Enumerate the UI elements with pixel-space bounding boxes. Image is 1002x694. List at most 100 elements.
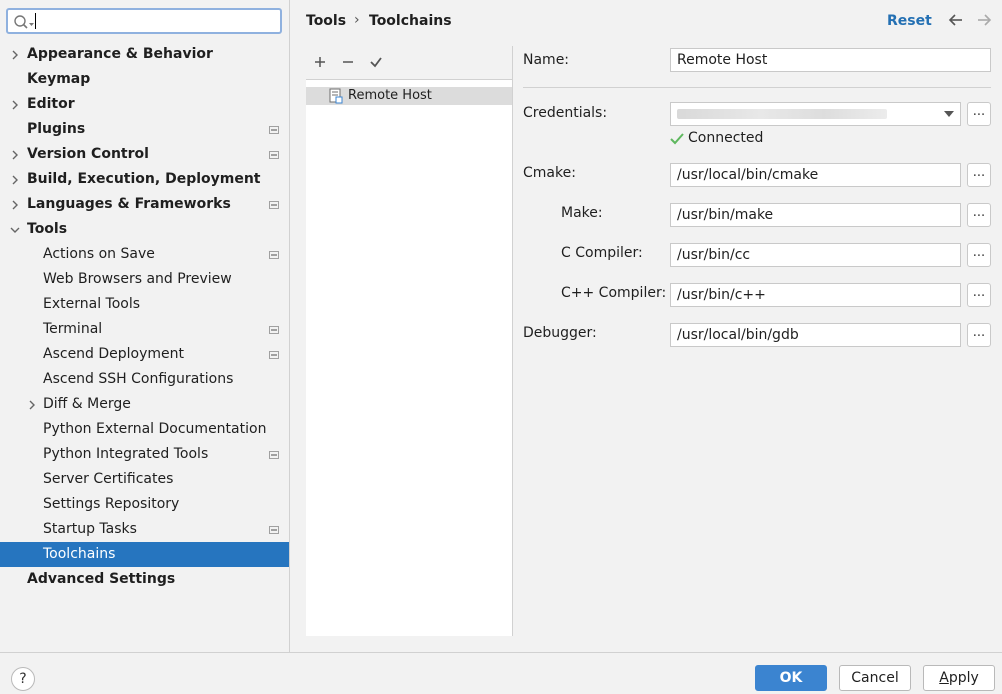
c-compiler-path-input[interactable] [670, 243, 961, 267]
tree-item-version-control[interactable]: Version Control [0, 142, 289, 167]
ok-button[interactable]: OK [755, 665, 827, 691]
chevron-right-icon[interactable] [27, 400, 37, 410]
make-path-input[interactable] [670, 203, 961, 227]
tree-item-label: External Tools [43, 296, 141, 312]
page-header: Tools › Toolchains Reset [306, 0, 996, 42]
back-arrow-icon[interactable] [948, 12, 964, 28]
breadcrumb-parent[interactable]: Tools [306, 13, 346, 29]
chevron-down-icon [944, 111, 954, 117]
tree-item-tools[interactable]: Tools [0, 217, 289, 242]
project-level-icon [269, 526, 279, 534]
tree-item-label: Python Integrated Tools [43, 446, 209, 462]
tree-item-startup-tasks[interactable]: Startup Tasks [0, 517, 289, 542]
credentials-combobox[interactable] [670, 102, 961, 126]
toolchain-item-label: Remote Host [348, 88, 432, 103]
toolchain-item-remote-host[interactable]: Remote Host [306, 87, 512, 105]
set-default-check-icon[interactable] [366, 52, 386, 72]
form-separator [523, 87, 991, 88]
tree-item-label: Ascend SSH Configurations [43, 371, 234, 387]
tree-item-label: Diff & Merge [43, 396, 131, 412]
c-compiler-label: C Compiler: [561, 245, 643, 261]
cpp-compiler-browse-button[interactable]: ... [967, 283, 991, 307]
chevron-right-icon[interactable] [10, 200, 20, 210]
tree-item-label: Actions on Save [43, 246, 155, 262]
add-icon[interactable] [310, 52, 330, 72]
tree-item-label: Startup Tasks [43, 521, 137, 537]
chevron-right-icon[interactable] [10, 150, 20, 160]
tree-item-appearance-behavior[interactable]: Appearance & Behavior [0, 42, 289, 67]
tree-item-label: Build, Execution, Deployment [27, 171, 261, 187]
project-level-icon [269, 326, 279, 334]
apply-button[interactable]: Apply [923, 665, 995, 691]
tree-item-settings-repository[interactable]: Settings Repository [0, 492, 289, 517]
settings-tree: Appearance & Behavior Keymap Editor Plugins… [0, 42, 289, 592]
connected-check-icon [670, 133, 684, 145]
tree-item-python-integrated-tools[interactable]: Python Integrated Tools [0, 442, 289, 467]
tree-item-build-execution-deployment[interactable]: Build, Execution, Deployment [0, 167, 289, 192]
cmake-browse-button[interactable]: ... [967, 163, 991, 187]
debugger-label: Debugger: [523, 325, 597, 341]
search-input[interactable] [34, 11, 278, 31]
make-browse-button[interactable]: ... [967, 203, 991, 227]
tree-item-languages-frameworks[interactable]: Languages & Frameworks [0, 192, 289, 217]
credentials-label: Credentials: [523, 105, 608, 121]
tree-item-plugins[interactable]: Plugins [0, 117, 289, 142]
remote-toolchain-icon [329, 88, 343, 104]
tree-item-toolchains[interactable]: Toolchains [0, 542, 289, 567]
debugger-path-input[interactable] [670, 323, 961, 347]
tree-item-editor[interactable]: Editor [0, 92, 289, 117]
toolchain-list-panel: Remote Host [306, 46, 512, 636]
tree-item-advanced-settings[interactable]: Advanced Settings [0, 567, 289, 592]
settings-search[interactable] [6, 8, 282, 34]
list-toolbar [306, 46, 512, 80]
reset-link[interactable]: Reset [887, 13, 932, 29]
search-icon [14, 15, 34, 29]
tree-item-keymap[interactable]: Keymap [0, 67, 289, 92]
name-label: Name: [523, 52, 570, 68]
tree-item-label: Keymap [27, 71, 91, 87]
name-input[interactable] [670, 48, 991, 72]
tree-item-label: Toolchains [43, 546, 116, 562]
breadcrumb-separator: › [354, 12, 360, 28]
tree-item-terminal[interactable]: Terminal [0, 317, 289, 342]
dialog-footer: ? OK Cancel Apply [0, 652, 1002, 694]
help-button[interactable]: ? [11, 667, 35, 691]
debugger-browse-button[interactable]: ... [967, 323, 991, 347]
text-cursor [35, 13, 36, 29]
tree-item-ascend-ssh-configurations[interactable]: Ascend SSH Configurations [0, 367, 289, 392]
remove-icon[interactable] [338, 52, 358, 72]
tree-item-label: Ascend Deployment [43, 346, 185, 362]
chevron-right-icon[interactable] [10, 100, 20, 110]
tree-item-server-certificates[interactable]: Server Certificates [0, 467, 289, 492]
chevron-down-icon[interactable] [10, 225, 20, 235]
tree-item-label: Tools [27, 221, 68, 237]
forward-arrow-icon[interactable] [976, 12, 992, 28]
credentials-value-redacted [677, 109, 887, 119]
cancel-button[interactable]: Cancel [839, 665, 911, 691]
project-level-icon [269, 251, 279, 259]
tree-item-ascend-deployment[interactable]: Ascend Deployment [0, 342, 289, 367]
credentials-browse-button[interactable]: ... [967, 102, 991, 126]
tree-item-label: Server Certificates [43, 471, 174, 487]
project-level-icon [269, 151, 279, 159]
connection-status: Connected [688, 130, 764, 146]
project-level-icon [269, 126, 279, 134]
tree-item-web-browsers-and-preview[interactable]: Web Browsers and Preview [0, 267, 289, 292]
tree-item-label: Version Control [27, 146, 149, 162]
tree-item-label: Appearance & Behavior [27, 46, 213, 62]
tree-item-label: Plugins [27, 121, 86, 137]
cpp-compiler-path-input[interactable] [670, 283, 961, 307]
tree-item-actions-on-save[interactable]: Actions on Save [0, 242, 289, 267]
tree-item-external-tools[interactable]: External Tools [0, 292, 289, 317]
tree-item-python-external-documentation[interactable]: Python External Documentation [0, 417, 289, 442]
c-compiler-browse-button[interactable]: ... [967, 243, 991, 267]
tree-item-label: Terminal [43, 321, 103, 337]
cmake-path-input[interactable] [670, 163, 961, 187]
chevron-right-icon[interactable] [10, 50, 20, 60]
toolchain-form: Name: Credentials: ... Connected Cmake: … [513, 46, 1002, 636]
chevron-right-icon[interactable] [10, 175, 20, 185]
tree-item-label: Languages & Frameworks [27, 196, 231, 212]
tree-item-diff-merge[interactable]: Diff & Merge [0, 392, 289, 417]
cpp-compiler-label: C++ Compiler: [561, 285, 667, 301]
settings-sidebar: Appearance & Behavior Keymap Editor Plugins… [0, 0, 290, 652]
